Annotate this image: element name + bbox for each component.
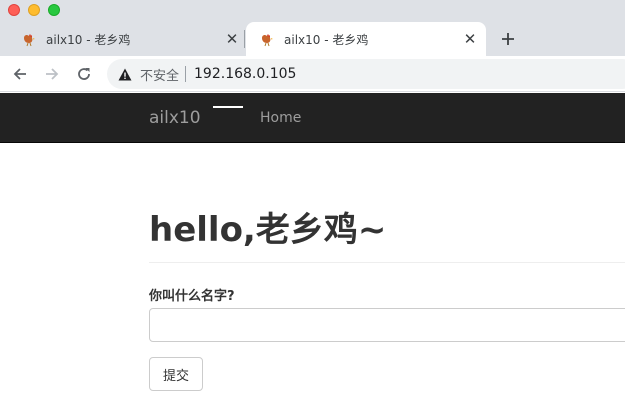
browser-toolbar: 不安全 192.168.0.105 [0,56,625,92]
nav-link-home[interactable]: Home [260,110,301,126]
arrow-right-icon [46,68,59,80]
tab-title: ailx10 - 老乡鸡 [284,32,369,47]
heading-divider [149,262,625,263]
page-heading: hello,老乡鸡~ [149,210,387,250]
browser-tab-2[interactable]: ailx10 - 老乡鸡 ✕ [246,22,486,56]
site-navbar: ailx10 Home [0,93,625,143]
new-tab-button[interactable] [496,27,520,51]
name-label: 你叫什么名字? [149,289,235,304]
window-zoom-button[interactable] [48,4,60,16]
close-icon[interactable]: ✕ [222,29,242,49]
security-status[interactable]: 不安全 [140,65,179,84]
submit-button[interactable]: 提交 [149,357,203,391]
window-close-button[interactable] [8,4,20,16]
arrow-left-icon [13,68,26,80]
navbar-brand[interactable]: ailx10 [149,108,201,128]
navbar-toggle-bar [213,106,243,108]
reload-button[interactable] [72,62,96,86]
forward-button[interactable] [40,62,64,86]
close-icon[interactable]: ✕ [460,29,480,49]
url-text[interactable]: 192.168.0.105 [194,66,296,82]
name-input[interactable] [149,308,625,342]
back-button[interactable] [8,62,32,86]
rooster-icon [258,30,276,48]
window-minimize-button[interactable] [28,4,40,16]
reload-icon [78,68,90,80]
plus-icon [502,33,514,45]
tab-title: ailx10 - 老乡鸡 [46,32,131,47]
tab-divider [244,30,245,48]
address-bar[interactable]: 不安全 192.168.0.105 [107,59,625,89]
warning-icon[interactable] [117,66,133,82]
address-divider [185,66,187,82]
browser-titlebar: ailx10 - 老乡鸡 ✕ ailx10 - 老乡鸡 ✕ [0,0,625,56]
browser-tab-1[interactable]: ailx10 - 老乡鸡 ✕ [8,22,248,56]
rooster-icon [20,30,38,48]
